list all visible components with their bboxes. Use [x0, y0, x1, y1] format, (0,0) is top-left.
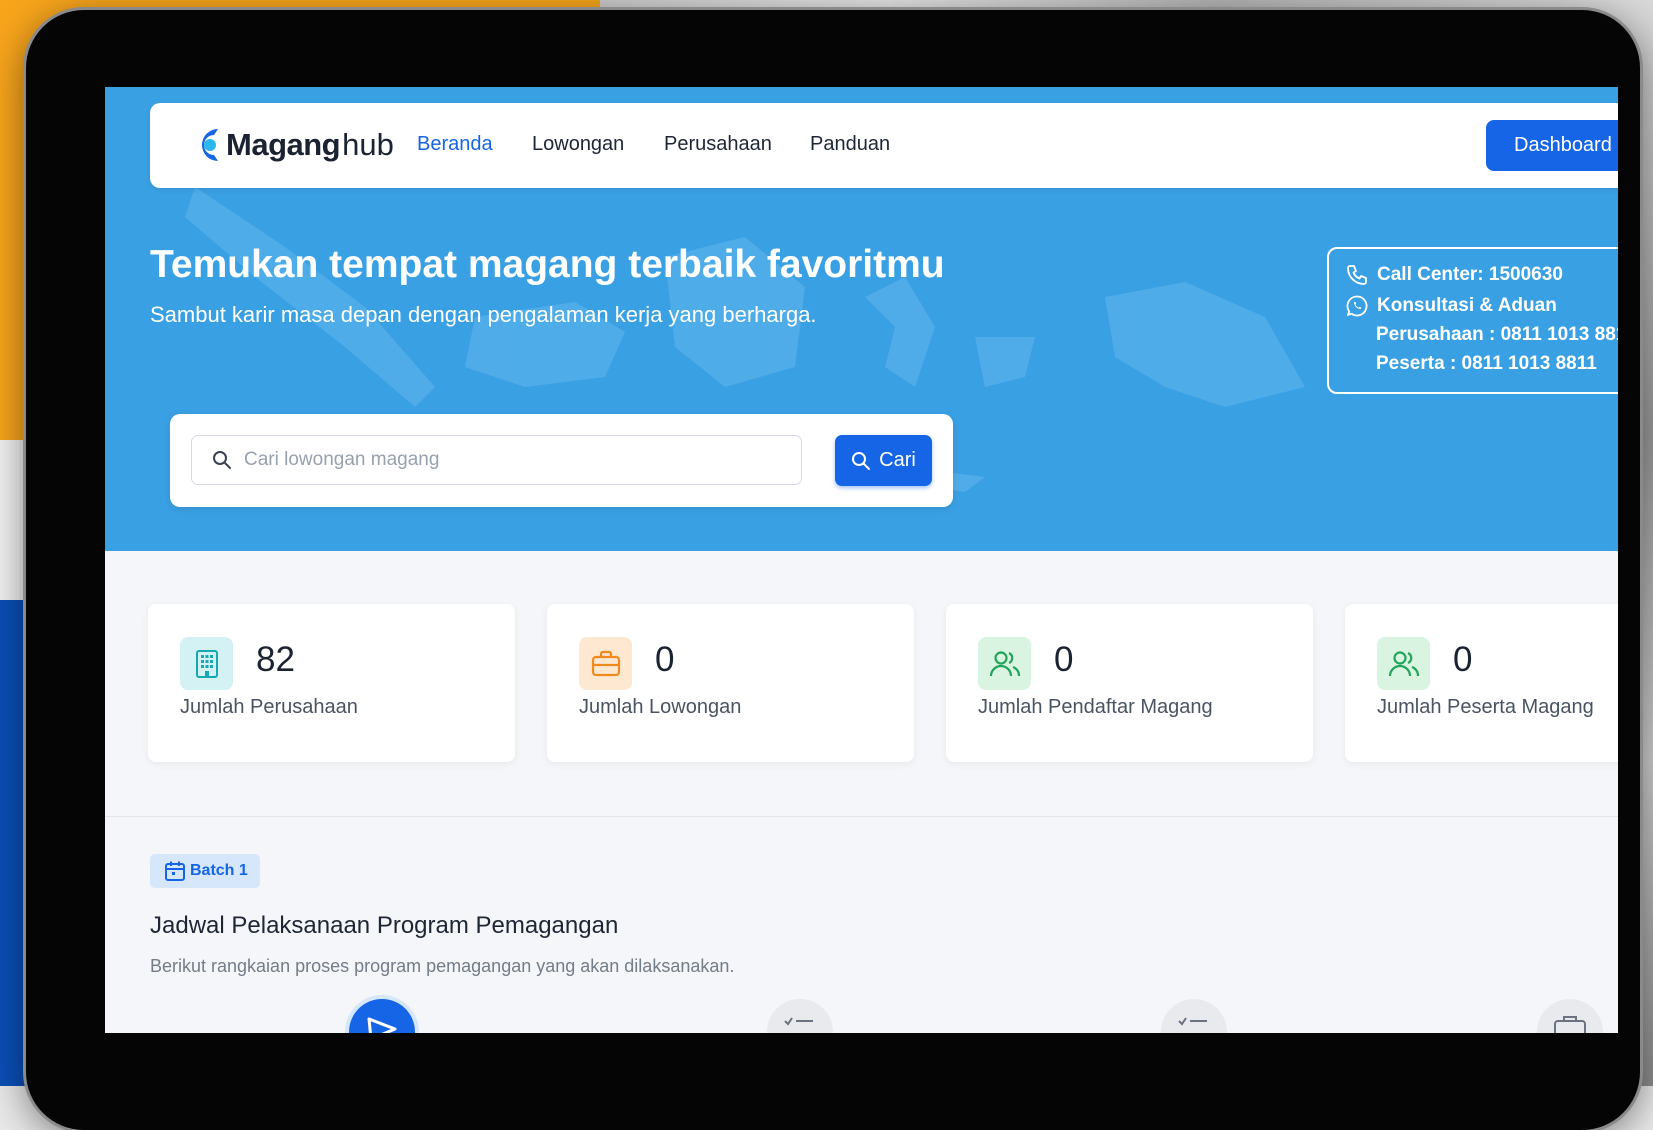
search-button-icon: [852, 451, 871, 470]
logo-hub-text: hub: [342, 127, 394, 162]
checklist-icon: [1178, 1017, 1207, 1026]
nav-link-panduan[interactable]: Panduan: [810, 133, 890, 156]
company-phone[interactable]: Perusahaan : 0811 1013 8812: [1376, 324, 1618, 346]
nav-link-lowongan[interactable]: Lowongan: [532, 133, 624, 156]
batch-label: Batch 1: [190, 862, 248, 879]
whatsapp-icon: [1346, 295, 1368, 317]
batch-badge: Batch 1: [150, 854, 260, 888]
dashboard-button[interactable]: Dashboard: [1486, 120, 1618, 171]
stat-label-participants: Jumlah Peserta Magang: [1377, 696, 1594, 718]
maganghub-logo[interactable]: Magang hub: [196, 123, 394, 167]
checklist-icon: [784, 1017, 813, 1026]
call-center-text: Call Center: 1500630: [1377, 264, 1563, 285]
stat-value-applicants: 0: [1054, 640, 1074, 679]
users-icon: [1377, 637, 1430, 690]
phone-icon: [1347, 265, 1367, 285]
laptop-frame: Magang hub Beranda Lowongan Perusahaan Pa…: [26, 10, 1640, 1130]
top-navbar: Magang hub Beranda Lowongan Perusahaan Pa…: [150, 103, 1618, 188]
send-icon: [367, 1017, 397, 1033]
briefcase-icon: [1554, 1016, 1586, 1033]
timeline-step-3[interactable]: [1161, 999, 1227, 1033]
hero-subtitle: Sambut karir masa depan dengan pengalama…: [150, 302, 817, 327]
nav-link-perusahaan[interactable]: Perusahaan: [664, 133, 772, 156]
search-card: Cari: [170, 414, 953, 507]
participant-phone[interactable]: Peserta : 0811 1013 8811: [1376, 353, 1597, 375]
nav-link-beranda[interactable]: Beranda: [417, 133, 493, 156]
stat-card-participants: 0 Jumlah Peserta Magang: [1345, 604, 1618, 762]
stat-label-applicants: Jumlah Pendaftar Magang: [978, 696, 1213, 718]
calendar-icon: [165, 861, 185, 881]
call-center-line[interactable]: Call Center: 1500630: [1345, 263, 1563, 287]
search-field[interactable]: [191, 435, 802, 485]
contact-box: Call Center: 1500630 Konsultasi & Aduan …: [1327, 247, 1618, 394]
stat-card-vacancies: 0 Jumlah Lowongan: [547, 604, 914, 762]
logo-mark-icon: [202, 129, 218, 161]
schedule-title: Jadwal Pelaksanaan Program Pemagangan: [150, 912, 619, 939]
hero-section: Magang hub Beranda Lowongan Perusahaan Pa…: [105, 87, 1618, 551]
search-button[interactable]: Cari: [835, 435, 932, 486]
stat-value-vacancies: 0: [655, 640, 675, 679]
stat-card-applicants: 0 Jumlah Pendaftar Magang: [946, 604, 1313, 762]
stat-value-companies: 82: [256, 640, 295, 679]
search-icon: [213, 451, 231, 469]
briefcase-icon: [579, 637, 632, 690]
logo-text: Magang: [226, 127, 341, 162]
stat-value-participants: 0: [1453, 640, 1473, 679]
section-divider: [105, 816, 1618, 817]
browser-screen: Magang hub Beranda Lowongan Perusahaan Pa…: [105, 87, 1618, 1033]
hero-title: Temukan tempat magang terbaik favoritmu: [150, 243, 945, 286]
building-icon: [180, 637, 233, 690]
stat-card-companies: 82 Jumlah Perusahaan: [148, 604, 515, 762]
timeline-step-active[interactable]: [349, 999, 415, 1033]
stat-label-vacancies: Jumlah Lowongan: [579, 696, 742, 718]
consult-line[interactable]: Konsultasi & Aduan: [1345, 294, 1557, 318]
search-input[interactable]: [242, 448, 786, 472]
timeline-step-4[interactable]: [1537, 999, 1603, 1033]
timeline-step-2[interactable]: [767, 999, 833, 1033]
stat-label-companies: Jumlah Perusahaan: [180, 696, 358, 718]
schedule-subtitle: Berikut rangkaian proses program pemagan…: [150, 956, 735, 976]
search-button-label: Cari: [879, 449, 916, 471]
consult-text: Konsultasi & Aduan: [1377, 295, 1557, 316]
users-icon: [978, 637, 1031, 690]
